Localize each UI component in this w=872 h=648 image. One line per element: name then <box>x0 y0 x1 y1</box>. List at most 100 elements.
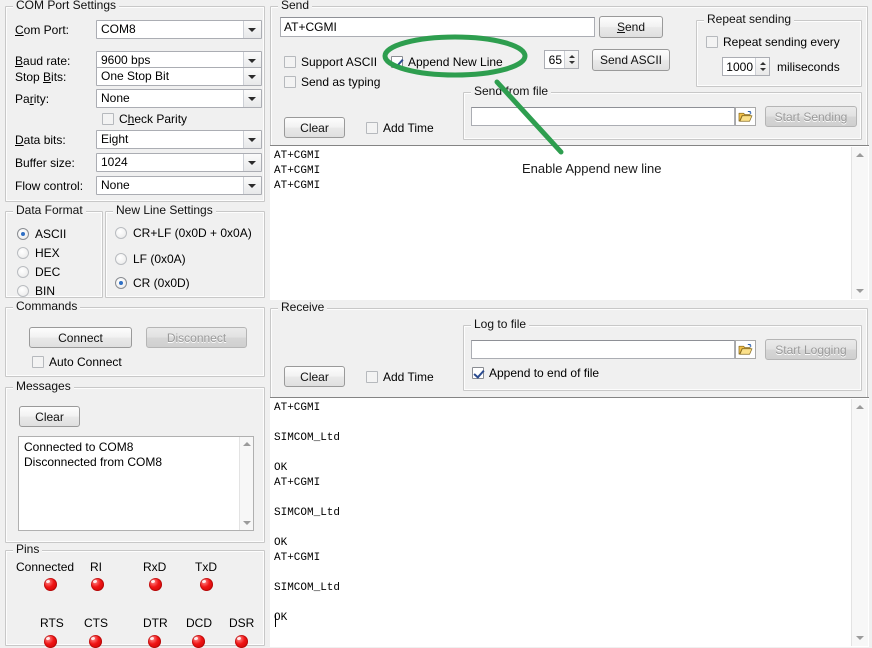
send-add-time-checkbox[interactable]: Add Time <box>366 121 434 135</box>
send-ascii-button[interactable]: Send ASCII <box>592 49 670 71</box>
checkbox-box <box>706 36 718 48</box>
radio-label: BIN <box>35 284 55 298</box>
com-port-label: Com Port: <box>15 23 69 37</box>
support-ascii-checkbox[interactable]: Support ASCII <box>284 55 377 69</box>
stop-bits-select[interactable]: One Stop Bit <box>96 67 262 86</box>
radio-data-format-ascii[interactable]: ASCII <box>17 227 66 241</box>
radio-mark <box>17 247 29 259</box>
pin-led-txd <box>200 578 213 591</box>
text-caret <box>275 614 276 627</box>
radio-mark <box>17 266 29 278</box>
radio-mark <box>115 253 127 265</box>
messages-scrollbar[interactable] <box>239 437 253 530</box>
disconnect-button[interactable]: Disconnect <box>146 327 247 348</box>
repeat-sending-checkbox[interactable]: Repeat sending every <box>706 35 840 49</box>
append-new-line-label: Append New Line <box>408 55 503 69</box>
pin-label-cts: CTS <box>84 616 108 630</box>
data-bits-select[interactable]: Eight <box>96 130 262 149</box>
log-to-file-title: Log to file <box>471 318 529 330</box>
ascii-code-spinner[interactable]: 65 <box>544 50 579 69</box>
new-line-settings-group: New Line Settings CR+LF (0x0D + 0x0A) LF… <box>105 211 265 298</box>
scroll-down-icon[interactable] <box>852 630 868 646</box>
parity-select[interactable]: None <box>96 89 262 108</box>
folder-open-icon <box>738 110 753 123</box>
chevron-down-icon <box>243 177 261 194</box>
com-port-value: COM8 <box>101 22 136 36</box>
append-end-of-file-checkbox[interactable]: Append to end of file <box>472 366 599 380</box>
receive-log-area[interactable]: AT+CGMI SIMCOM_Ltd OK AT+CGMI SIMCOM_Ltd… <box>270 397 869 647</box>
flow-control-select[interactable]: None <box>96 176 262 195</box>
log-file-path-input[interactable] <box>471 340 735 359</box>
start-sending-button[interactable]: Start Sending <box>765 106 857 127</box>
checkbox-box <box>284 56 296 68</box>
chevron-down-icon <box>243 21 261 38</box>
scroll-up-icon[interactable] <box>852 147 868 163</box>
pin-label-dtr: DTR <box>143 616 168 630</box>
parity-label: Parity: <box>15 92 49 106</box>
send-button-label: Send <box>617 20 645 34</box>
send-from-file-group: Send from file Start Sending <box>463 92 862 140</box>
clear-label: Clear <box>300 370 329 384</box>
radio-data-format-hex[interactable]: HEX <box>17 246 60 260</box>
pin-led-cts <box>89 635 102 648</box>
receive-clear-button[interactable]: Clear <box>284 366 345 387</box>
radio-newline-crlf[interactable]: CR+LF (0x0D + 0x0A) <box>115 226 252 240</box>
radio-newline-cr[interactable]: CR (0x0D) <box>115 276 190 290</box>
messages-clear-button[interactable]: Clear <box>19 406 80 427</box>
radio-mark <box>17 285 29 297</box>
send-log-scrollbar[interactable] <box>851 147 868 299</box>
auto-connect-checkbox[interactable]: Auto Connect <box>32 355 122 369</box>
buffer-size-select[interactable]: 1024 <box>96 153 262 172</box>
log-file-browse-button[interactable] <box>735 340 756 359</box>
repeat-interval-spinner[interactable]: 1000 <box>722 57 770 76</box>
radio-data-format-dec[interactable]: DEC <box>17 265 60 279</box>
spinner-updown-icon[interactable] <box>755 58 769 75</box>
checkbox-box <box>32 356 44 368</box>
pin-label-ri: RI <box>90 560 102 574</box>
scroll-up-icon[interactable] <box>852 399 868 415</box>
chevron-down-icon <box>243 131 261 148</box>
send-file-browse-button[interactable] <box>735 107 756 126</box>
append-new-line-checkbox[interactable]: Append New Line <box>391 55 503 69</box>
clear-label: Clear <box>35 410 64 424</box>
send-as-typing-checkbox[interactable]: Send as typing <box>284 75 380 89</box>
baud-rate-label: Baud rate: <box>15 54 70 68</box>
checkbox-box <box>284 76 296 88</box>
com-port-settings-title: COM Port Settings <box>13 0 119 11</box>
repeat-sending-group: Repeat sending Repeat sending every 1000… <box>696 20 862 87</box>
data-bits-label: Data bits: <box>15 133 66 147</box>
folder-open-icon <box>738 343 753 356</box>
pin-label-rxd: RxD <box>143 560 166 574</box>
messages-list-text: Connected to COM8 Disconnected from COM8 <box>24 440 233 470</box>
receive-title: Receive <box>278 301 327 313</box>
scroll-down-icon[interactable] <box>852 283 868 299</box>
send-button[interactable]: Send <box>599 16 663 38</box>
radio-newline-lf[interactable]: LF (0x0A) <box>115 252 186 266</box>
data-format-group: Data Format ASCII HEX DEC BIN <box>5 211 103 298</box>
repeat-unit-label: miliseconds <box>777 60 840 74</box>
receive-add-time-checkbox[interactable]: Add Time <box>366 370 434 384</box>
connect-button[interactable]: Connect <box>29 327 132 348</box>
spinner-updown-icon[interactable] <box>564 51 578 68</box>
auto-connect-label: Auto Connect <box>49 355 122 369</box>
com-port-select[interactable]: COM8 <box>96 20 262 39</box>
send-clear-button[interactable]: Clear <box>284 117 345 138</box>
data-bits-value: Eight <box>101 132 128 146</box>
pin-label-connected: Connected <box>16 560 74 574</box>
check-parity-label: Check Parity <box>119 112 187 126</box>
messages-title: Messages <box>13 380 74 392</box>
scroll-up-icon[interactable] <box>240 437 253 450</box>
send-file-path-input[interactable] <box>471 107 735 126</box>
start-sending-label: Start Sending <box>775 110 848 124</box>
send-title: Send <box>278 0 312 11</box>
start-logging-button[interactable]: Start Logging <box>765 339 857 360</box>
radio-label: LF (0x0A) <box>133 252 186 266</box>
scroll-down-icon[interactable] <box>240 517 253 530</box>
radio-label: HEX <box>35 246 60 260</box>
radio-data-format-bin[interactable]: BIN <box>17 284 55 298</box>
check-parity-checkbox[interactable]: Check Parity <box>102 112 187 126</box>
send-command-input[interactable]: AT+CGMI <box>280 17 595 37</box>
flow-control-label: Flow control: <box>15 179 83 193</box>
messages-list[interactable]: Connected to COM8 Disconnected from COM8 <box>18 436 254 531</box>
receive-log-scrollbar[interactable] <box>851 399 868 646</box>
